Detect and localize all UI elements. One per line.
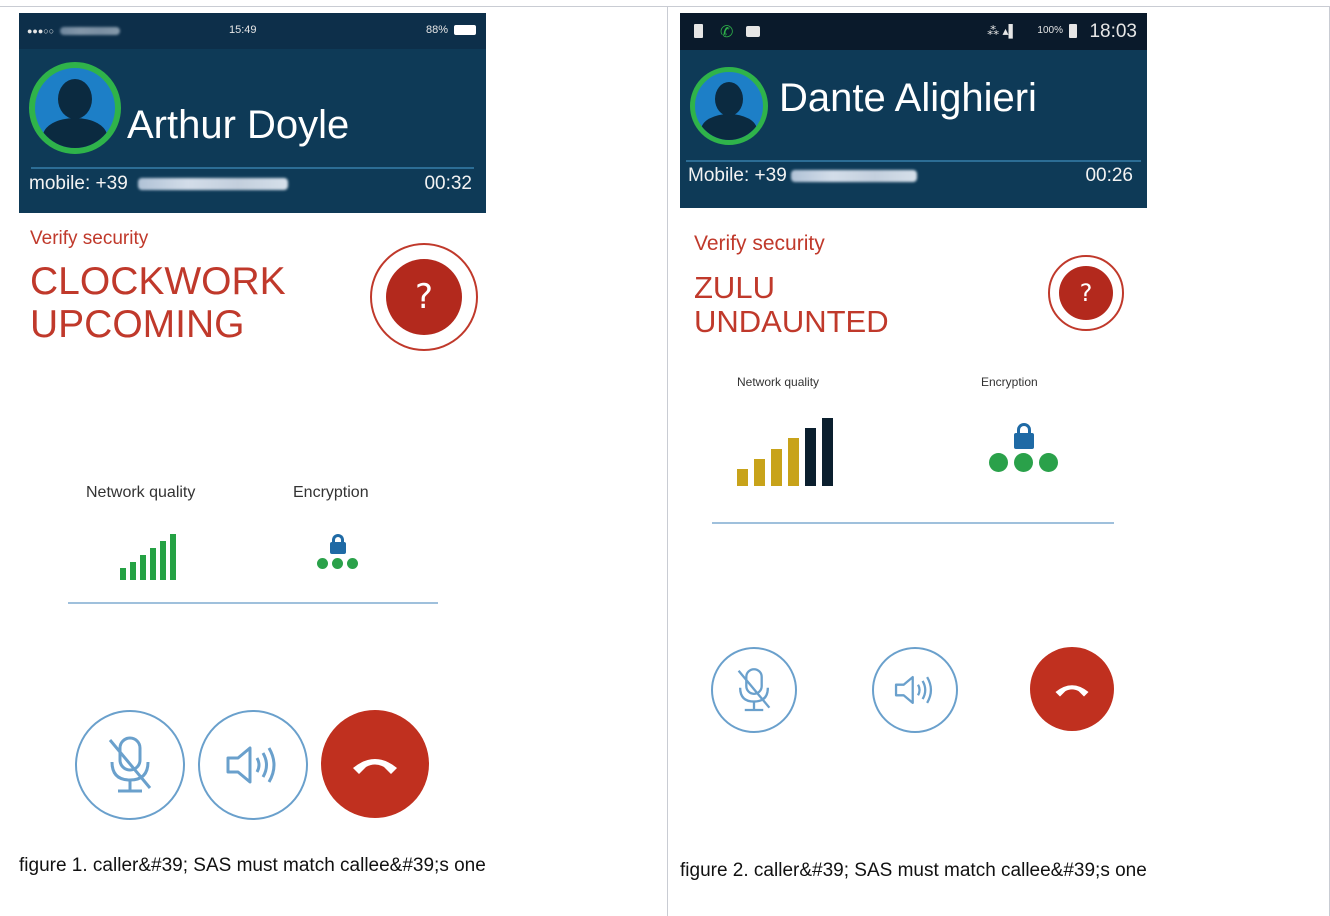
call-duration: 00:26 (1085, 165, 1133, 186)
signal-bar (754, 459, 765, 486)
call-header: Arthur Doyle mobile: +39 00:32 (19, 49, 486, 213)
encryption-dot (347, 558, 358, 569)
encryption-indicator (315, 534, 360, 569)
status-time: 18:03 (1089, 21, 1137, 42)
signal-carrier: ●●●○○ (27, 26, 55, 36)
battery-icon (454, 25, 476, 35)
encryption-label: Encryption (981, 375, 1038, 389)
encryption-dot (1014, 453, 1033, 472)
encryption-label: Encryption (293, 484, 369, 501)
hang-up-button[interactable] (321, 710, 429, 818)
phone-hangup-icon (353, 759, 397, 774)
signal-bar (170, 534, 176, 580)
number-blur (137, 177, 288, 190)
encryption-dots (986, 453, 1061, 472)
sas-word-1: CLOCKWORK (30, 260, 286, 303)
call-duration: 00:32 (424, 173, 472, 194)
question-mark-icon: ? (386, 259, 462, 335)
person-icon (58, 79, 92, 119)
signal-bar (140, 555, 146, 580)
panel-divider (667, 6, 668, 916)
mute-button[interactable] (711, 647, 797, 733)
status-time: 15:49 (229, 24, 257, 36)
person-icon (715, 82, 743, 116)
verify-sas-button[interactable]: ? (370, 243, 478, 351)
hang-up-button[interactable] (1030, 647, 1114, 731)
number-label: Mobile: +39 (688, 165, 787, 186)
sas-word-2: UNDAUNTED (694, 304, 889, 340)
verify-security-label: Verify security (694, 232, 825, 255)
phone-screen-2: ✆ ⁂ ▴▌ 100% 18:03 Dante Alighieri Mobile… (680, 13, 1147, 793)
figure-caption-2: figure 2. caller&#39; SAS must match cal… (680, 860, 1147, 881)
sas-words: CLOCKWORK UPCOMING (30, 260, 286, 347)
sas-word-1: ZULU (694, 270, 775, 305)
signal-bar (160, 541, 166, 580)
encryption-indicator (986, 423, 1061, 472)
encryption-dot (317, 558, 328, 569)
caller-number: Mobile: +39 (688, 165, 917, 187)
number-label: mobile: +39 (29, 173, 128, 194)
sim-icon (694, 24, 703, 38)
network-quality-bars (737, 418, 833, 486)
lock-icon (1013, 423, 1034, 449)
header-separator (31, 167, 474, 169)
carrier-name-blur (60, 27, 121, 35)
signal-icon: ⁂ ▴▌ (987, 24, 1017, 38)
signal-bar (120, 568, 126, 580)
metrics-divider (712, 522, 1114, 524)
call-active-icon: ✆ (720, 22, 734, 41)
caller-name: Arthur Doyle (127, 103, 350, 147)
signal-bar (771, 449, 782, 486)
signal-bar (130, 562, 136, 580)
speaker-button[interactable] (872, 647, 958, 733)
status-bar: ✆ ⁂ ▴▌ 100% 18:03 (680, 13, 1147, 50)
verify-sas-button[interactable]: ? (1048, 255, 1124, 331)
speaker-button[interactable] (198, 710, 308, 820)
avatar[interactable] (29, 62, 121, 154)
caller-number: mobile: +39 (29, 173, 288, 195)
call-header: Dante Alighieri Mobile: +39 00:26 (680, 50, 1147, 208)
screenshot-frame: ●●●○○ 15:49 88% Arthur Doyle mobile: +39… (0, 0, 1330, 916)
sas-words: ZULU UNDAUNTED (694, 270, 889, 340)
network-quality-label: Network quality (86, 484, 196, 501)
encryption-dot (989, 453, 1008, 472)
signal-bar (737, 469, 748, 486)
signal-bar (150, 548, 156, 580)
signal-bar (822, 418, 833, 486)
network-quality-bars (120, 534, 176, 580)
verify-security-label: Verify security (30, 228, 149, 249)
figure-caption-1: figure 1. caller&#39; SAS must match cal… (19, 855, 486, 876)
top-border (0, 6, 1330, 7)
battery-icon (1069, 24, 1077, 38)
signal-bar (805, 428, 816, 486)
mic-off-icon (108, 736, 152, 793)
mic-off-icon (737, 668, 771, 712)
encryption-dot (332, 558, 343, 569)
speaker-icon (226, 746, 276, 784)
mute-button[interactable] (75, 710, 185, 820)
signal-bar (788, 438, 799, 486)
number-blur (790, 169, 917, 182)
sas-word-2: UPCOMING (30, 302, 245, 346)
battery-level: 100% (1037, 25, 1063, 36)
encryption-dot (1039, 453, 1058, 472)
status-bar: ●●●○○ 15:49 88% (19, 13, 486, 49)
person-body (43, 118, 107, 148)
caller-name: Dante Alighieri (779, 76, 1037, 120)
network-quality-label: Network quality (737, 375, 820, 389)
speaker-icon (894, 675, 933, 705)
briefcase-icon (746, 26, 760, 37)
header-separator (686, 160, 1141, 162)
phone-screen-1: ●●●○○ 15:49 88% Arthur Doyle mobile: +39… (19, 13, 486, 838)
avatar[interactable] (690, 67, 768, 145)
phone-hangup-icon (1055, 685, 1089, 697)
metrics-divider (68, 602, 438, 604)
question-mark-icon: ? (1059, 266, 1113, 320)
encryption-dots (315, 558, 360, 569)
person-body (701, 114, 757, 140)
lock-icon (329, 534, 346, 554)
battery-level: 88% (425, 24, 448, 36)
